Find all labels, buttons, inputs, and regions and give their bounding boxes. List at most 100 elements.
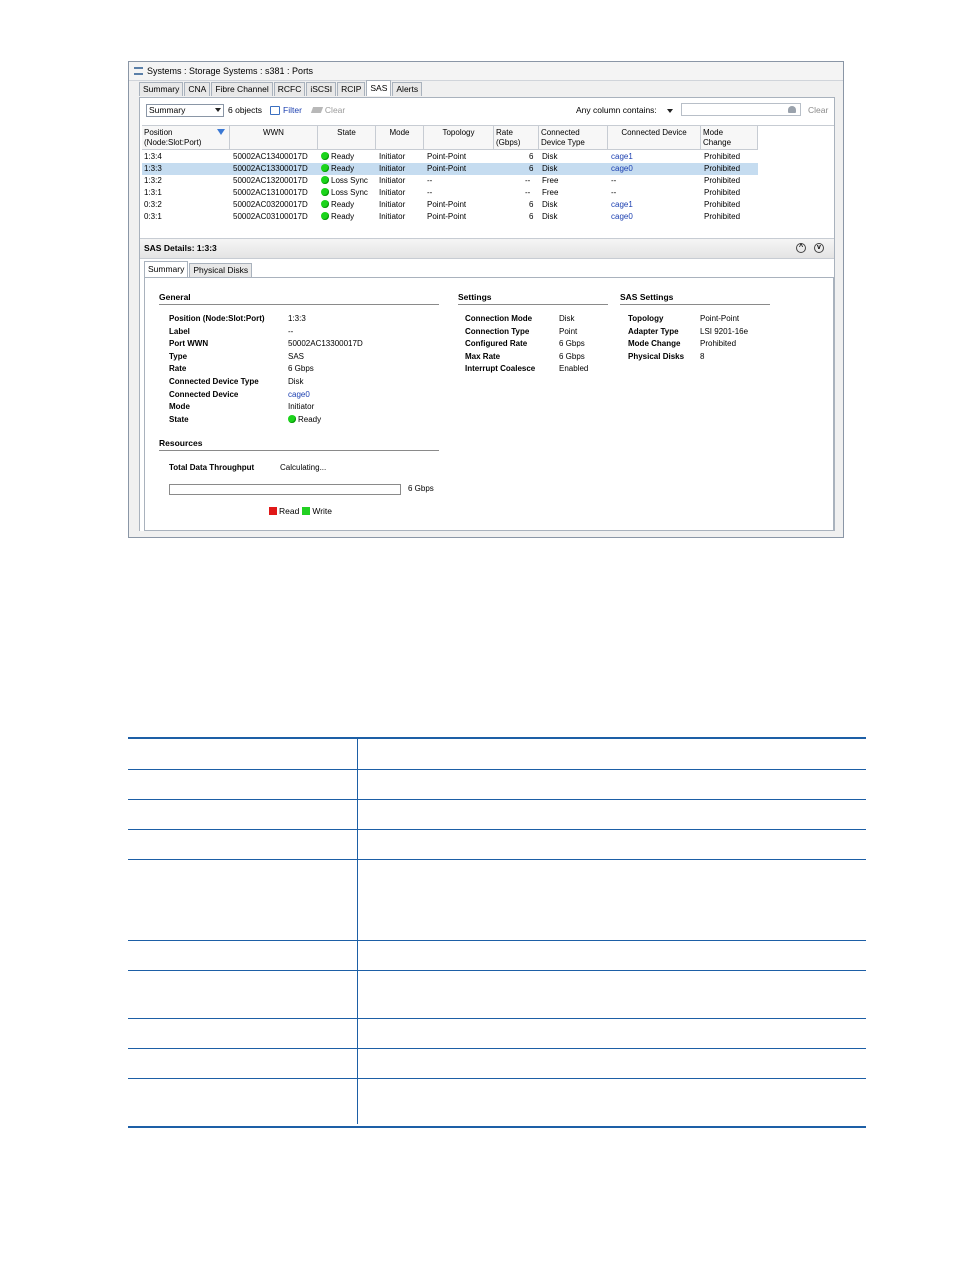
table-row[interactable]: 1:3:3 50002AC13300017D Ready Initiator P… bbox=[142, 163, 758, 175]
field-value: 6 Gbps bbox=[288, 364, 314, 374]
col-header-wwn[interactable]: WWN bbox=[230, 126, 318, 150]
toolbar: Summary 6 objects Filter Clear Any colum… bbox=[146, 102, 828, 118]
tab-rcfc[interactable]: RCFC bbox=[273, 82, 306, 96]
table-row[interactable]: 1:3:2 50002AC13200017D Loss Sync Initiat… bbox=[142, 175, 758, 187]
field-mode: Mode Initiator bbox=[169, 401, 429, 414]
column-search-dropdown[interactable]: Any column contains: bbox=[576, 102, 674, 118]
view-select[interactable]: Summary bbox=[146, 103, 224, 117]
table-row[interactable]: 0:3:1 50002AC03100017D Ready Initiator P… bbox=[142, 211, 758, 223]
field-label: Mode bbox=[169, 402, 190, 412]
throughput-bar bbox=[169, 484, 401, 495]
search-input[interactable] bbox=[681, 103, 801, 116]
device-link[interactable]: cage0 bbox=[611, 211, 633, 223]
field-type: Type SAS bbox=[169, 351, 429, 364]
cell-state: Ready bbox=[321, 199, 354, 211]
connected-device-link[interactable]: cage0 bbox=[288, 389, 310, 402]
column-divider bbox=[357, 800, 358, 829]
cell-connected-device: -- bbox=[611, 188, 617, 197]
settings-fields: Connection Mode Disk Connection Type Point… bbox=[465, 313, 615, 376]
tab-iscsi[interactable]: iSCSI bbox=[306, 82, 337, 96]
field-value: LSI 9201-16e bbox=[700, 326, 749, 336]
cell-mode: Initiator bbox=[379, 164, 406, 173]
field-value: 8 bbox=[700, 351, 705, 361]
sort-icon[interactable] bbox=[217, 129, 225, 135]
field-state: State Ready bbox=[169, 414, 429, 427]
cell-mode-change: Prohibited bbox=[704, 212, 741, 221]
cell-mode-change: Prohibited bbox=[704, 200, 741, 209]
cell-mode: Initiator bbox=[379, 188, 406, 197]
field-label: Configured Rate bbox=[465, 339, 528, 349]
field-value: Initiator bbox=[288, 402, 315, 412]
field-value: 6 Gbps bbox=[559, 339, 585, 349]
tab-physical-disks[interactable]: Physical Disks bbox=[189, 263, 253, 277]
clear-search-button[interactable]: Clear bbox=[808, 102, 828, 118]
cell-state: Loss Sync bbox=[321, 187, 368, 199]
read-swatch bbox=[269, 507, 277, 515]
field-label-row: Label -- bbox=[169, 326, 429, 339]
device-link[interactable]: cage1 bbox=[611, 199, 633, 211]
cell-topology: Point-Point bbox=[427, 212, 467, 221]
tab-fibre-channel[interactable]: Fibre Channel bbox=[211, 82, 273, 96]
table-row bbox=[128, 1049, 866, 1079]
tab-cna[interactable]: CNA bbox=[184, 82, 211, 96]
filter-label: Filter bbox=[283, 105, 302, 115]
cell-connected-device: -- bbox=[611, 176, 617, 185]
col-header-state[interactable]: State bbox=[318, 126, 376, 150]
collapse-down-icon[interactable]: v bbox=[814, 243, 824, 253]
details-title: SAS Details: 1:3:3 bbox=[144, 243, 217, 253]
menu-icon[interactable] bbox=[134, 67, 143, 75]
window-titlebar: Systems : Storage Systems : s381 : Ports bbox=[129, 62, 843, 81]
pin-icon[interactable] bbox=[788, 106, 796, 113]
col-header-rate[interactable]: Rate (Gbps) bbox=[494, 126, 539, 150]
state-text: Ready bbox=[331, 212, 355, 221]
tab-rcip[interactable]: RCIP bbox=[337, 82, 366, 96]
section-sas-settings: SAS Settings bbox=[620, 292, 770, 305]
field-value: -- bbox=[288, 326, 294, 336]
table-row bbox=[128, 830, 866, 860]
table-row[interactable]: 1:3:4 50002AC13400017D Ready Initiator P… bbox=[142, 151, 758, 163]
cell-position: 1:3:2 bbox=[144, 176, 162, 185]
cell-rate: 6 bbox=[529, 212, 534, 221]
col-rate-line1: Rate bbox=[496, 128, 513, 137]
col-header-connected-device[interactable]: Connected Device bbox=[608, 126, 701, 150]
col-header-position[interactable]: Position (Node:Slot:Port) bbox=[142, 126, 230, 150]
field-value: Point bbox=[559, 326, 578, 336]
col-header-device-type[interactable]: Connected Device Type bbox=[539, 126, 608, 150]
field-value: 50002AC13300017D bbox=[288, 339, 363, 349]
clear-filter-button[interactable]: Clear bbox=[310, 105, 345, 115]
col-header-mode-change[interactable]: Mode Change bbox=[701, 126, 758, 150]
state-text: Ready bbox=[331, 164, 355, 173]
window-title: Systems : Storage Systems : s381 : Ports bbox=[147, 66, 314, 76]
tab-details-summary[interactable]: Summary bbox=[144, 261, 189, 277]
cell-mode: Initiator bbox=[379, 176, 406, 185]
field-configured-rate: Configured Rate 6 Gbps bbox=[465, 338, 615, 351]
tab-sas[interactable]: SAS bbox=[366, 80, 392, 96]
tab-alerts[interactable]: Alerts bbox=[392, 82, 423, 96]
cell-rate: 6 bbox=[529, 164, 534, 173]
state-text: Ready bbox=[331, 200, 355, 209]
cell-topology: Point-Point bbox=[427, 152, 467, 161]
cell-mode: Initiator bbox=[379, 152, 406, 161]
col-position-line2: (Node:Slot:Port) bbox=[144, 138, 202, 147]
table-row bbox=[128, 1019, 866, 1049]
table-row[interactable]: 0:3:2 50002AC03200017D Ready Initiator P… bbox=[142, 199, 758, 211]
cell-mode-change: Prohibited bbox=[704, 188, 741, 197]
device-link[interactable]: cage0 bbox=[611, 163, 633, 175]
cell-position: 0:3:1 bbox=[144, 212, 162, 221]
field-interrupt-coalesce: Interrupt Coalesce Enabled bbox=[465, 363, 615, 376]
field-physical-disks: Physical Disks 8 bbox=[628, 351, 778, 364]
chevron-down-icon bbox=[215, 108, 221, 112]
collapse-up-icon[interactable]: ^ bbox=[796, 243, 806, 253]
table-row[interactable]: 1:3:1 50002AC13100017D Loss Sync Initiat… bbox=[142, 187, 758, 199]
col-header-topology[interactable]: Topology bbox=[424, 126, 494, 150]
state-text: Loss Sync bbox=[331, 188, 368, 197]
field-label: Connected Device bbox=[169, 389, 239, 399]
bar-max-label: 6 Gbps bbox=[408, 484, 434, 493]
table-row bbox=[128, 941, 866, 971]
field-label: Interrupt Coalesce bbox=[465, 364, 536, 374]
col-header-mode[interactable]: Mode bbox=[376, 126, 424, 150]
tab-summary[interactable]: Summary bbox=[139, 82, 184, 96]
field-label: Physical Disks bbox=[628, 351, 685, 361]
device-link[interactable]: cage1 bbox=[611, 151, 633, 163]
filter-button[interactable]: Filter bbox=[270, 105, 302, 115]
